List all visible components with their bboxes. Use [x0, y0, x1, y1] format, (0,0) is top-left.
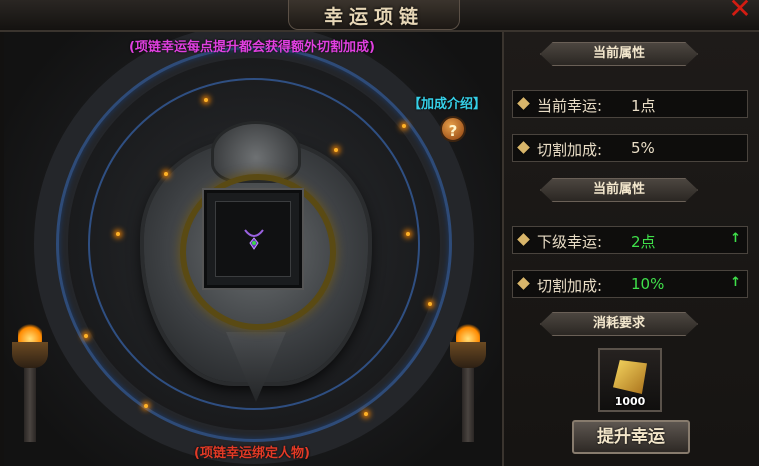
next-attributes-header: 当前属性: [540, 178, 698, 202]
current-cut-row: 切割加成: 5%: [512, 134, 748, 162]
current-cut-label: 切割加成:: [537, 141, 603, 159]
next-cut-label: 切割加成:: [537, 277, 603, 295]
next-attributes-title: 当前属性: [592, 182, 645, 197]
brazier-cup: [12, 342, 48, 368]
spark: [204, 98, 208, 102]
diamond-icon: [517, 233, 530, 246]
attribute-panel: 当前属性 当前幸运: 1点 切割加成: 5% 当前属性 下级幸运: 2点 ↑ 切…: [502, 32, 759, 466]
title-plate: 幸运项链: [288, 0, 460, 30]
bind-note: (项链幸运绑定人物): [194, 446, 310, 461]
upgrade-luck-button[interactable]: 提升幸运: [572, 420, 690, 454]
diamond-icon: [517, 141, 530, 154]
next-cut-row: 切割加成: 10% ↑: [512, 270, 748, 298]
current-attributes-title: 当前属性: [592, 46, 645, 61]
next-luck-label: 下级幸运:: [537, 233, 603, 251]
spark: [144, 404, 148, 408]
next-luck-value: 2点: [631, 233, 656, 251]
gold-ticket-icon: [613, 360, 647, 394]
spark: [402, 124, 406, 128]
luck-bonus-note: (项链幸运每点提升都会获得额外切割加成): [129, 40, 375, 55]
title-bar: 幸运项链 ✕: [0, 0, 759, 32]
next-cut-value: 10%: [631, 275, 665, 293]
spark: [334, 148, 338, 152]
cost-item-slot[interactable]: 1000: [598, 348, 662, 412]
spark: [364, 412, 368, 416]
close-icon[interactable]: ✕: [727, 0, 753, 23]
next-luck-row: 下级幸运: 2点 ↑: [512, 226, 748, 254]
brazier-right: [448, 322, 488, 442]
necklace-luck-window: 幸运项链 ✕ (项链幸运每点提升都会获得额外切割加成) (项链幸运绑定人物) 【…: [0, 0, 759, 466]
spark: [406, 232, 410, 236]
diamond-icon: [517, 277, 530, 290]
brazier-pole: [462, 368, 474, 442]
current-attributes-header: 当前属性: [540, 42, 698, 66]
cost-header: 消耗要求: [540, 312, 698, 336]
shield-crest: [214, 124, 298, 180]
help-icon[interactable]: ?: [440, 116, 466, 142]
spark: [164, 172, 168, 176]
bonus-intro-link[interactable]: 【加成介绍】: [408, 93, 486, 112]
spark: [116, 232, 120, 236]
necklace-slot[interactable]: [202, 188, 304, 290]
current-luck-row: 当前幸运: 1点: [512, 90, 748, 118]
diamond-icon: [517, 97, 530, 110]
cost-title: 消耗要求: [592, 316, 645, 331]
spark: [428, 302, 432, 306]
current-cut-value: 5%: [631, 139, 655, 157]
slot-inner: [215, 201, 291, 277]
necklace-stage: (项链幸运每点提升都会获得额外切割加成) (项链幸运绑定人物) 【加成介绍】 ?: [4, 32, 500, 466]
up-arrow-icon: ↑: [730, 231, 741, 246]
current-luck-label: 当前幸运:: [537, 97, 603, 115]
brazier-left: [10, 322, 50, 442]
brazier-pole: [24, 368, 36, 442]
cost-quantity: 1000: [614, 395, 646, 408]
necklace-icon: [244, 229, 264, 250]
current-luck-value: 1点: [631, 97, 656, 115]
up-arrow-icon: ↑: [730, 275, 741, 290]
window-title: 幸运项链: [323, 6, 424, 28]
brazier-cup: [450, 342, 486, 368]
spark: [84, 334, 88, 338]
